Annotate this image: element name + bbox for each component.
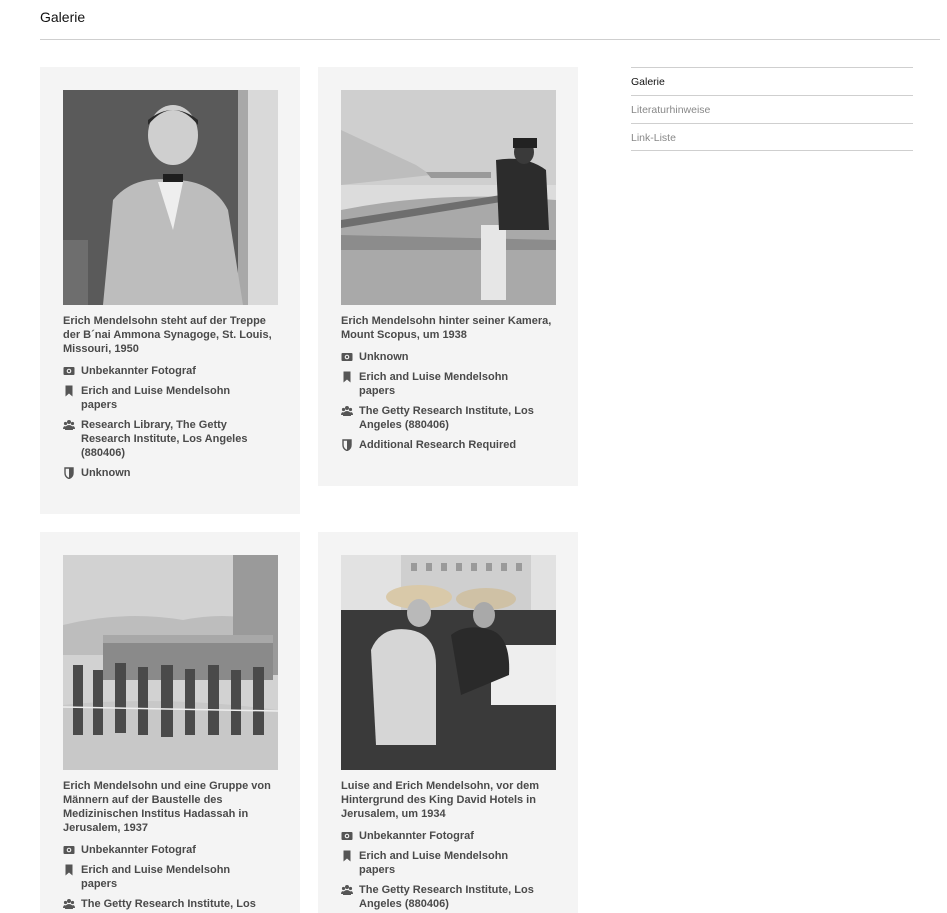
institution-link[interactable]: The Getty Research Institute, Los Angele… (359, 404, 539, 432)
rights-row: Additional Research Required (341, 438, 555, 452)
gallery-photo[interactable] (63, 555, 278, 770)
gallery-photo[interactable] (341, 90, 556, 305)
rights-row: Unknown (63, 466, 277, 480)
photo-caption: Erich Mendelsohn steht auf der Treppe de… (63, 315, 272, 355)
institution-link[interactable]: Research Library, The Getty Research Ins… (81, 418, 261, 460)
gallery-card: Erich Mendelsohn steht auf der Treppe de… (40, 67, 300, 514)
photo-caption: Luise and Erich Mendelsohn, vor dem Hint… (341, 780, 540, 820)
photo-caption: Erich Mendelsohn hinter seiner Kamera, M… (341, 315, 552, 341)
photographer-row: Unbekannter Fotograf (341, 829, 555, 843)
bookmark-icon (65, 864, 73, 876)
collection-row: Erich and Luise Mendelsohn papers (341, 849, 555, 877)
camera-icon (63, 367, 75, 375)
bookmark-icon (343, 850, 351, 862)
photo-mendelsohn-stairs (63, 90, 278, 305)
photographer-row: Unbekannter Fotograf (63, 843, 277, 857)
institution-row: Research Library, The Getty Research Ins… (63, 418, 277, 460)
group-icon (341, 885, 353, 895)
photographer-link[interactable]: Unbekannter Fotograf (81, 364, 196, 378)
camera-icon (341, 353, 353, 361)
photographer-link[interactable]: Unknown (359, 350, 409, 364)
sidebar-nav: Galerie Literaturhinweise Link-Liste (631, 67, 913, 151)
photo-mendelsohn-camera (341, 90, 556, 305)
photographer-row: Unbekannter Fotograf (63, 364, 277, 378)
page-title: Galerie (40, 9, 86, 25)
collection-link[interactable]: Erich and Luise Mendelsohn papers (81, 384, 261, 412)
group-icon (63, 899, 75, 909)
institution-row: The Getty Research Institute, Los Angele… (341, 404, 555, 432)
photographer-link[interactable]: Unbekannter Fotograf (81, 843, 196, 857)
sidebar-item-galerie[interactable]: Galerie (631, 67, 913, 95)
rights-link[interactable]: Additional Research Required (359, 438, 516, 452)
bookmark-icon (343, 371, 351, 383)
gallery-photo[interactable] (341, 555, 556, 770)
gallery-card: Erich Mendelsohn hinter seiner Kamera, M… (318, 67, 578, 486)
collection-link[interactable]: Erich and Luise Mendelsohn papers (81, 863, 261, 891)
collection-link[interactable]: Erich and Luise Mendelsohn papers (359, 370, 539, 398)
group-icon (341, 406, 353, 416)
collection-row: Erich and Luise Mendelsohn papers (341, 370, 555, 398)
shield-icon (342, 439, 352, 451)
bookmark-icon (65, 385, 73, 397)
photographer-link[interactable]: Unbekannter Fotograf (359, 829, 474, 843)
institution-link[interactable]: The Getty Research Institute, Los Angele… (359, 883, 539, 911)
photo-caption: Erich Mendelsohn und eine Gruppe von Män… (63, 780, 271, 834)
group-icon (63, 420, 75, 430)
photo-king-david-hotel (341, 555, 556, 770)
institution-row: The Getty Research Institute, Los Angele… (341, 883, 555, 911)
collection-link[interactable]: Erich and Luise Mendelsohn papers (359, 849, 539, 877)
institution-row: The Getty Research Institute, Los (63, 897, 277, 911)
collection-row: Erich and Luise Mendelsohn papers (63, 863, 277, 891)
title-divider (40, 39, 940, 40)
shield-icon (64, 467, 74, 479)
institution-link[interactable]: The Getty Research Institute, Los (81, 897, 256, 911)
gallery-photo[interactable] (63, 90, 278, 305)
photo-hadassah-site (63, 555, 278, 770)
photographer-row: Unknown (341, 350, 555, 364)
rights-link[interactable]: Unknown (81, 466, 131, 480)
collection-row: Erich and Luise Mendelsohn papers (63, 384, 277, 412)
gallery-card: Luise and Erich Mendelsohn, vor dem Hint… (318, 532, 578, 913)
sidebar-item-link-liste[interactable]: Link-Liste (631, 123, 913, 151)
camera-icon (63, 846, 75, 854)
gallery-card: Erich Mendelsohn und eine Gruppe von Män… (40, 532, 300, 913)
sidebar-item-literaturhinweise[interactable]: Literaturhinweise (631, 95, 913, 123)
camera-icon (341, 832, 353, 840)
